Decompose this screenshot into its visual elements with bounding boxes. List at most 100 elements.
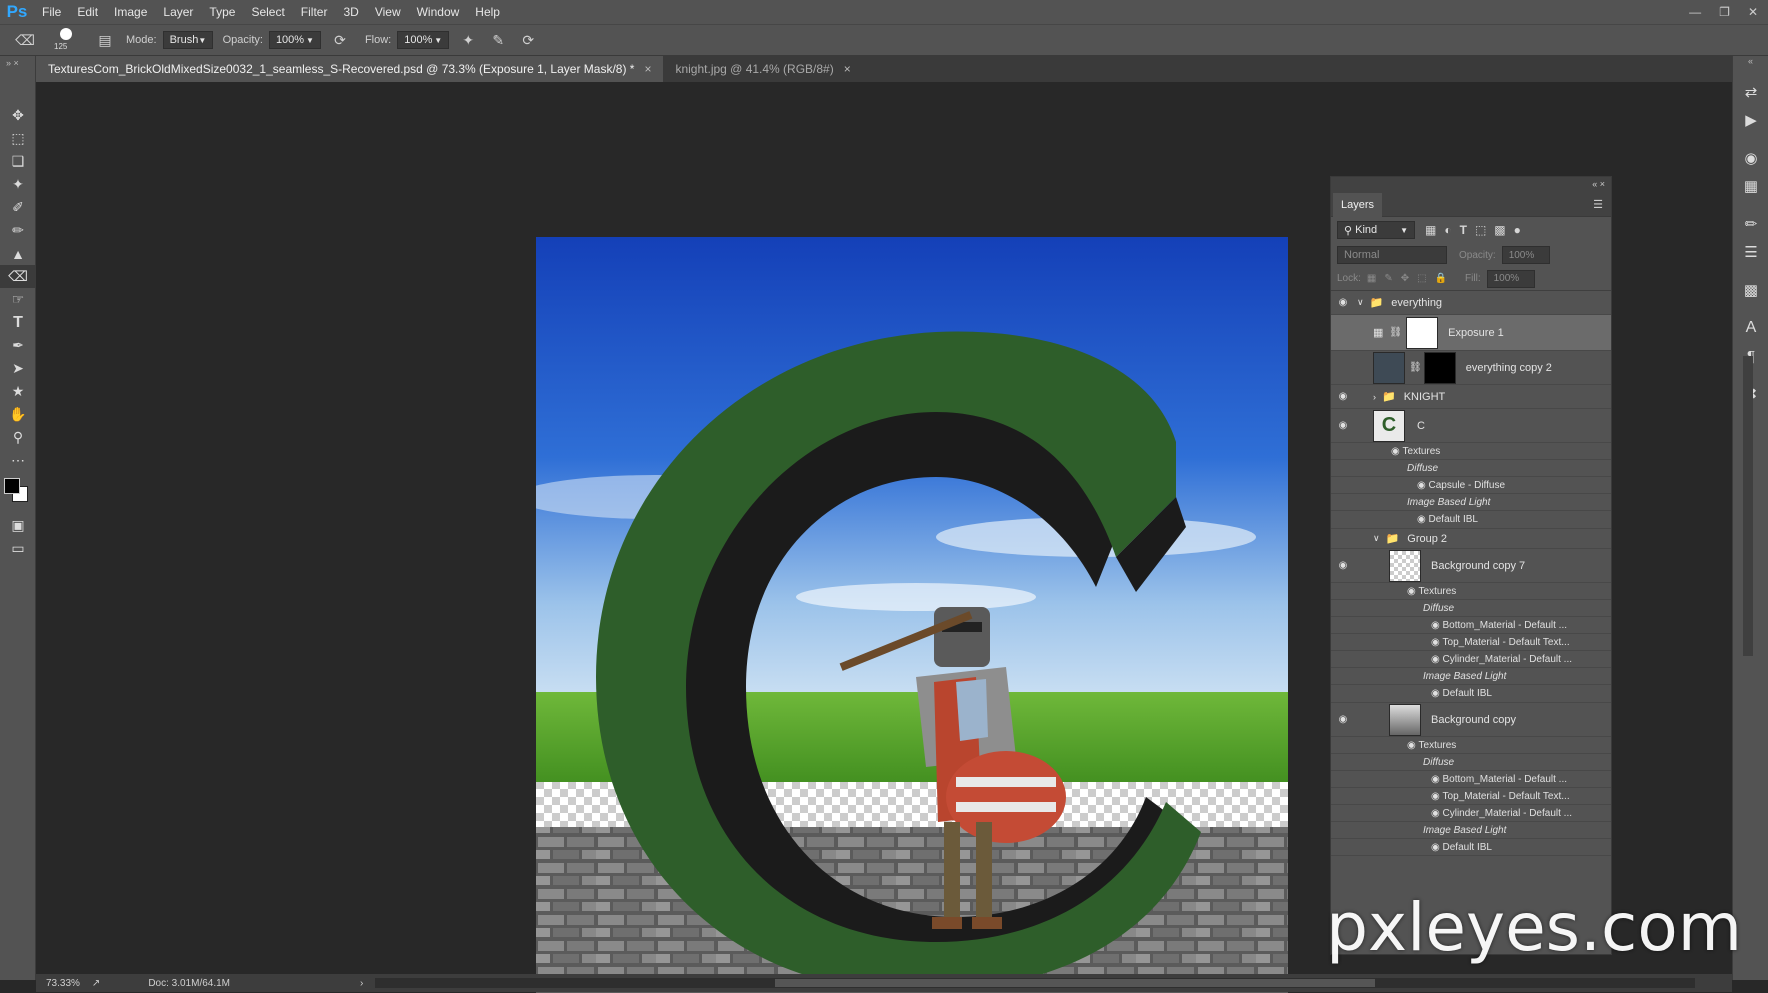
lock-position-icon[interactable]: ✥	[1401, 273, 1409, 284]
bg7-default-ibl-row[interactable]: ◉ Default IBL	[1331, 685, 1611, 703]
type-tool-icon[interactable]: T	[0, 311, 36, 334]
eye-icon[interactable]: ◉	[1431, 620, 1440, 631]
eye-icon[interactable]: ◉	[1331, 420, 1355, 431]
layer-c[interactable]: ◉ C C	[1331, 409, 1611, 443]
scrollbar-thumb[interactable]	[775, 979, 1375, 987]
menu-view[interactable]: View	[367, 0, 409, 24]
character-panel-icon[interactable]: A	[1733, 314, 1768, 342]
menu-select[interactable]: Select	[243, 0, 292, 24]
eye-icon[interactable]: ◉	[1331, 560, 1355, 571]
marquee-tool-icon[interactable]: ⬚	[0, 127, 36, 150]
eye-icon[interactable]: ◉	[1331, 297, 1355, 308]
c-default-ibl-row[interactable]: ◉ Default IBL	[1331, 511, 1611, 529]
eye-icon[interactable]: ◉	[1391, 446, 1400, 457]
menu-window[interactable]: Window	[409, 0, 468, 24]
bg7-top-row[interactable]: ◉ Top_Material - Default Text...	[1331, 634, 1611, 651]
c-capsule-row[interactable]: ◉ Capsule - Diffuse	[1331, 477, 1611, 494]
c-textures-row[interactable]: ◉ Textures	[1331, 443, 1611, 460]
lock-transparent-icon[interactable]: ▦	[1367, 273, 1376, 284]
minimize-icon[interactable]: —	[1689, 5, 1701, 19]
filter-kind-select[interactable]: ⚲ Kind▼	[1337, 221, 1415, 239]
menu-layer[interactable]: Layer	[155, 0, 201, 24]
pressure-size-icon[interactable]: ⟳	[517, 29, 539, 51]
3d-layer-thumbnail[interactable]: C	[1373, 410, 1405, 442]
lock-image-icon[interactable]: ✎	[1384, 273, 1392, 284]
flow-field[interactable]: 100%▼	[397, 31, 449, 49]
menu-filter[interactable]: Filter	[293, 0, 336, 24]
lock-all-icon[interactable]: 🔒	[1435, 273, 1447, 284]
actions-play-icon[interactable]: ▶	[1733, 106, 1768, 134]
eye-icon[interactable]: ◉	[1431, 654, 1440, 665]
menu-help[interactable]: Help	[467, 0, 508, 24]
menu-3d[interactable]: 3D	[335, 0, 366, 24]
eye-icon[interactable]: ◉	[1431, 688, 1440, 699]
layer-group-2[interactable]: ∨ 📁 Group 2	[1331, 529, 1611, 549]
horizontal-scrollbar[interactable]	[375, 978, 1695, 988]
eye-icon[interactable]: ◉	[1431, 774, 1440, 785]
screen-mode-icon[interactable]: ▭	[0, 537, 36, 560]
chevron-right-icon[interactable]: ›	[1373, 392, 1376, 402]
layer-background-copy[interactable]: ◉ Background copy	[1331, 703, 1611, 737]
status-menu-chevron-icon[interactable]: ›	[360, 978, 363, 989]
layer-exposure[interactable]: ▦ ⛓ Exposure 1	[1331, 315, 1611, 351]
export-icon[interactable]: ↗	[92, 978, 100, 989]
filter-adjustment-icon[interactable]: ◐	[1444, 223, 1451, 237]
eyedropper-tool-icon[interactable]: ✐	[0, 196, 36, 219]
eye-icon[interactable]: ◉	[1331, 714, 1355, 725]
hand-tool-icon[interactable]: ✋	[0, 403, 36, 426]
eraser-tool-preset-icon[interactable]: ⌫	[14, 29, 36, 51]
panel-collapse-icon[interactable]: « ×	[1586, 177, 1611, 191]
menu-type[interactable]: Type	[201, 0, 243, 24]
zoom-tool-icon[interactable]: ⚲	[0, 426, 36, 449]
lock-artboard-icon[interactable]: ⬚	[1417, 273, 1426, 284]
bg-default-ibl-row[interactable]: ◉ Default IBL	[1331, 839, 1611, 856]
opacity-field[interactable]: 100%▼	[269, 31, 321, 49]
pressure-opacity-icon[interactable]: ⟳	[329, 29, 351, 51]
bg7-bottom-row[interactable]: ◉ Bottom_Material - Default ...	[1331, 617, 1611, 634]
filter-pixel-icon[interactable]: ▦	[1425, 223, 1436, 237]
layer-mask-thumbnail[interactable]	[1424, 352, 1456, 384]
path-select-tool-icon[interactable]: ➤	[0, 357, 36, 380]
document-canvas[interactable]	[536, 237, 1288, 993]
bg7-textures-row[interactable]: ◉ Textures	[1331, 583, 1611, 600]
layer-opacity-field[interactable]: 100%	[1502, 246, 1550, 264]
airbrush-icon[interactable]: ✦	[457, 29, 479, 51]
filter-toggle-icon[interactable]: ●	[1514, 223, 1521, 237]
fill-field[interactable]: 100%	[1487, 270, 1535, 288]
layer-group-knight[interactable]: ◉ › 📁 KNIGHT	[1331, 385, 1611, 409]
brush-presets-icon[interactable]: ✏	[1733, 210, 1768, 238]
chevron-down-icon[interactable]: ∨	[1373, 533, 1380, 544]
close-icon[interactable]: ✕	[1748, 5, 1758, 19]
eye-icon[interactable]: ◉	[1431, 791, 1440, 802]
tab-layers[interactable]: Layers	[1333, 193, 1382, 217]
menu-file[interactable]: File	[34, 0, 69, 24]
tools-panel-collapse-icon[interactable]: » ×	[0, 56, 35, 74]
bg-textures-row[interactable]: ◉ Textures	[1331, 737, 1611, 754]
layer-thumbnail[interactable]	[1373, 352, 1405, 384]
quick-mask-icon[interactable]: ▣	[0, 514, 36, 537]
eye-icon[interactable]: ◉	[1431, 637, 1440, 648]
color-swatches[interactable]	[0, 472, 35, 514]
shape-tool-icon[interactable]: ★	[0, 380, 36, 403]
mode-select[interactable]: Brush▼	[163, 31, 213, 49]
eye-icon[interactable]: ◉	[1407, 586, 1416, 597]
3d-layer-thumbnail[interactable]	[1389, 550, 1421, 582]
bg-cylinder-row[interactable]: ◉ Cylinder_Material - Default ...	[1331, 805, 1611, 822]
filter-smart-object-icon[interactable]: ▩	[1494, 223, 1505, 237]
layer-group-everything[interactable]: ◉ ∨ 📁 everything	[1331, 291, 1611, 315]
pen-tool-icon[interactable]: ✒	[0, 334, 36, 357]
dock-collapse-icon[interactable]: «	[1733, 56, 1768, 70]
eye-icon[interactable]: ◉	[1331, 391, 1355, 402]
menu-edit[interactable]: Edit	[69, 0, 106, 24]
bg-top-row[interactable]: ◉ Top_Material - Default Text...	[1331, 788, 1611, 805]
history-icon[interactable]: ⇄	[1733, 78, 1768, 106]
3d-panel-icon[interactable]: ◉	[1733, 144, 1768, 172]
eraser-tool-icon[interactable]: ⌫	[0, 265, 36, 288]
eye-icon[interactable]: ◉	[1417, 514, 1426, 525]
blend-mode-select[interactable]: Normal	[1337, 246, 1447, 264]
filter-shape-icon[interactable]: ⬚	[1475, 223, 1486, 237]
chevron-down-icon[interactable]: ∨	[1357, 297, 1364, 308]
close-tab-icon[interactable]: ×	[644, 62, 651, 76]
eye-icon[interactable]: ◉	[1417, 480, 1426, 491]
stamp-tool-icon[interactable]: ▲	[0, 242, 36, 265]
